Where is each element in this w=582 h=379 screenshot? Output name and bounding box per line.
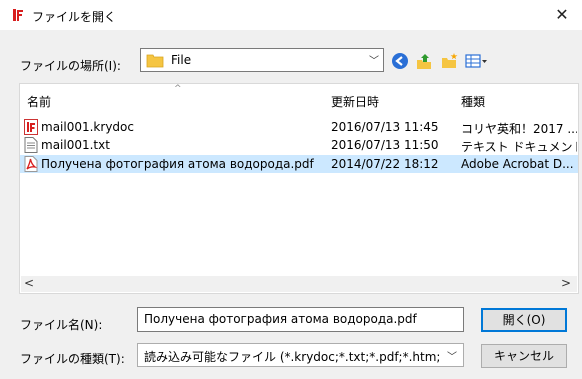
open-file-dialog: ファイルを開く ✕ ファイルの場所(I): File ﹀ 名前 ^ 更新日時 種…: [0, 0, 582, 379]
folder-icon: [146, 54, 164, 68]
text-file-icon: [24, 137, 38, 153]
file-row[interactable]: mail001.krydoc 2016/07/13 11:45 コリヤ英和！20…: [20, 118, 578, 136]
filename-input[interactable]: Получена фотография атома водорода.pdf: [137, 307, 464, 332]
file-type: テキスト ドキュメント: [461, 140, 577, 154]
cancel-button[interactable]: キャンセル: [481, 344, 567, 368]
location-value: File: [171, 53, 192, 67]
file-row[interactable]: mail001.txt 2016/07/13 11:50 テキスト ドキュメント: [20, 136, 578, 154]
file-type: コリヤ英和！2017 ...: [461, 122, 577, 136]
file-modified: 2016/07/13 11:50: [331, 138, 439, 152]
file-name: Получена фотография атома водорода.pdf: [41, 157, 314, 171]
chevron-down-icon: ﹀: [369, 56, 379, 67]
up-folder-icon[interactable]: [415, 52, 433, 70]
back-arrow-icon[interactable]: [391, 52, 409, 70]
file-name: mail001.txt: [41, 138, 110, 152]
location-dropdown[interactable]: File ﹀: [140, 48, 384, 72]
column-header-type[interactable]: 種類: [461, 93, 485, 110]
file-row-selected[interactable]: Получена фотография атома водорода.pdf 2…: [20, 155, 578, 173]
file-modified: 2016/07/13 11:45: [331, 120, 439, 134]
title-bar: ファイルを開く ✕: [0, 0, 582, 30]
file-type: Adobe Acrobat D...: [461, 157, 574, 171]
file-name: mail001.krydoc: [41, 120, 134, 134]
filetype-label: ファイルの種類(T):: [20, 352, 125, 366]
horizontal-scrollbar[interactable]: < >: [21, 276, 577, 292]
file-list[interactable]: 名前 ^ 更新日時 種類 mail001.krydoc 2016/07/13 1…: [19, 83, 579, 294]
filetype-value: 読み込み可能なファイル (*.krydoc;*.txt;*.pdf;*.htm;…: [144, 350, 440, 364]
new-folder-icon[interactable]: [441, 52, 459, 70]
open-button[interactable]: 開く(O): [481, 308, 567, 332]
scroll-left-icon[interactable]: <: [24, 276, 34, 290]
window-title: ファイルを開く: [32, 10, 117, 24]
location-label: ファイルの場所(I):: [20, 59, 121, 73]
view-menu-icon[interactable]: [465, 52, 489, 70]
column-header-modified[interactable]: 更新日時: [331, 93, 379, 110]
close-button[interactable]: ✕: [542, 0, 582, 30]
krydoc-icon: [24, 119, 38, 135]
column-header-name[interactable]: 名前: [27, 93, 51, 110]
scroll-right-icon[interactable]: >: [561, 276, 571, 290]
sort-ascending-icon: ^: [174, 84, 182, 94]
file-modified: 2014/07/22 18:12: [331, 157, 439, 171]
filetype-dropdown[interactable]: 読み込み可能なファイル (*.krydoc;*.txt;*.pdf;*.htm;…: [137, 343, 464, 367]
app-icon: [11, 8, 25, 22]
pdf-icon: [24, 156, 38, 172]
chevron-down-icon: ﹀: [447, 352, 457, 363]
filename-label: ファイル名(N):: [20, 318, 103, 332]
